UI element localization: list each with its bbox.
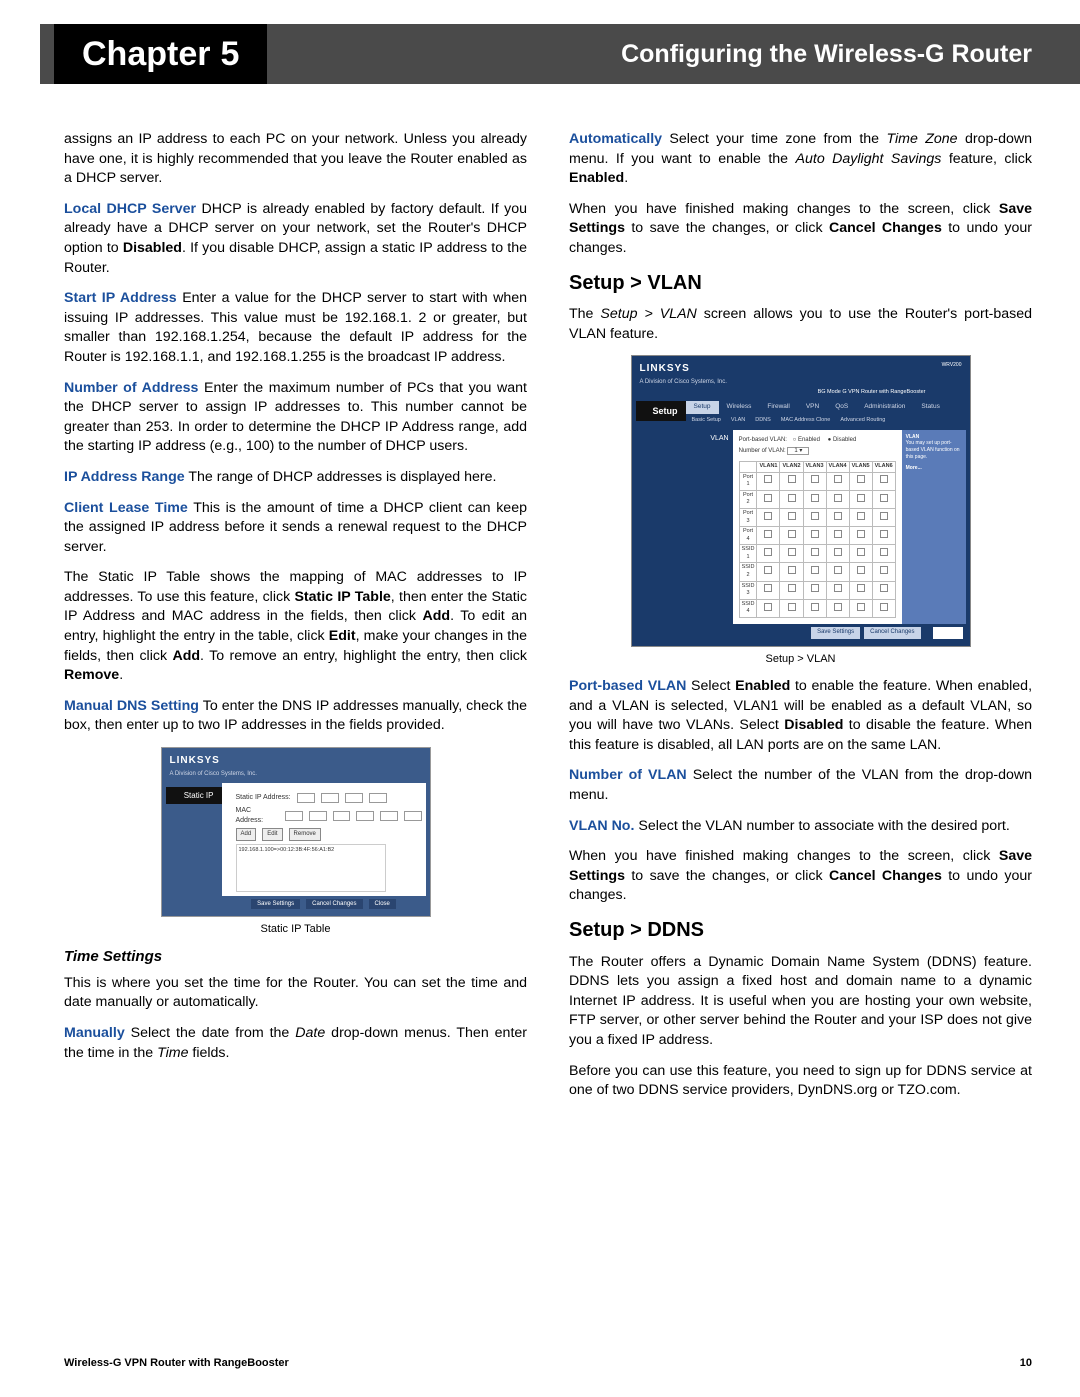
figure-setup-vlan: LINKSYS A Division of Cisco Systems, Inc… [631, 355, 971, 667]
linksys-brand: LINKSYS [166, 752, 426, 770]
paragraph: This is where you set the time for the R… [64, 974, 527, 1013]
paragraph: Automatically Select your time zone from… [569, 130, 1032, 189]
paragraph: assigns an IP address to each PC on your… [64, 130, 527, 189]
setup-side-tab: Setup [636, 401, 686, 421]
left-column: assigns an IP address to each PC on your… [64, 130, 527, 1112]
remove-button[interactable]: Remove [289, 828, 321, 840]
num-vlan-select[interactable]: 1 ▾ [787, 447, 809, 455]
linksys-brand: LINKSYS [636, 360, 731, 378]
header-title: Configuring the Wireless-G Router [621, 40, 1032, 69]
paragraph: When you have finished making changes to… [569, 200, 1032, 259]
paragraph: Client Lease Time This is the amount of … [64, 499, 527, 558]
paragraph: The Static IP Table shows the mapping of… [64, 568, 527, 686]
tab-status[interactable]: Status [913, 401, 947, 414]
ip-octet-input[interactable] [321, 793, 339, 803]
tab-wireless[interactable]: Wireless [719, 401, 760, 414]
save-settings-button[interactable]: Save Settings [811, 627, 860, 639]
chapter-label: Chapter [82, 35, 210, 74]
paragraph: Number of Address Enter the maximum numb… [64, 379, 527, 457]
footer-product-name: Wireless-G VPN Router with RangeBooster [64, 1357, 289, 1369]
figure-caption: Static IP Table [161, 922, 431, 937]
tab-setup[interactable]: Setup [686, 401, 719, 414]
mac-octet-input[interactable] [356, 811, 374, 821]
mac-octet-input[interactable] [380, 811, 398, 821]
paragraph: Before you can use this feature, you nee… [569, 1062, 1032, 1101]
page-footer: Wireless-G VPN Router with RangeBooster … [64, 1357, 1032, 1369]
paragraph: Number of VLAN Select the number of the … [569, 766, 1032, 805]
ip-octet-input[interactable] [345, 793, 363, 803]
heading-time-settings: Time Settings [64, 947, 527, 968]
mac-octet-input[interactable] [309, 811, 327, 821]
edit-button[interactable]: Edit [262, 828, 282, 840]
term-num-addr: Number of Address [64, 380, 198, 396]
chapter-badge: Chapter 5 [54, 24, 267, 84]
heading-setup-vlan: Setup > VLAN [569, 270, 1032, 298]
ip-octet-input[interactable] [297, 793, 315, 803]
term-port-based-vlan: Port-based VLAN [569, 678, 686, 694]
mac-octet-input[interactable] [404, 811, 422, 821]
paragraph: Local DHCP Server DHCP is already enable… [64, 200, 527, 278]
paragraph: IP Address Range The range of DHCP addre… [64, 468, 527, 488]
figure-tab: Static IP [166, 787, 222, 804]
help-panel: VLAN You may set up port-based VLAN func… [902, 430, 966, 624]
right-column: Automatically Select your time zone from… [569, 130, 1032, 1112]
paragraph: Port-based VLAN Select Enabled to enable… [569, 677, 1032, 755]
paragraph: VLAN No. Select the VLAN number to assoc… [569, 817, 1032, 837]
paragraph: When you have finished making changes to… [569, 847, 1032, 906]
cisco-logo [933, 627, 963, 639]
term-lease-time: Client Lease Time [64, 500, 188, 516]
paragraph: Manual DNS Setting To enter the DNS IP a… [64, 697, 527, 736]
page-number: 10 [1020, 1357, 1032, 1369]
term-number-of-vlan: Number of VLAN [569, 767, 687, 783]
term-vlan-no: VLAN No. [569, 818, 634, 834]
term-automatically: Automatically [569, 131, 662, 147]
figure-static-ip-table: LINKSYS A Division of Cisco Systems, Inc… [161, 747, 431, 937]
mac-octet-input[interactable] [333, 811, 351, 821]
paragraph: The Setup > VLAN screen allows you to us… [569, 305, 1032, 344]
paragraph: Start IP Address Enter a value for the D… [64, 289, 527, 367]
nav-tabs: Setup Wireless Firewall VPN QoS Administ… [686, 401, 966, 414]
cancel-changes-button[interactable]: Cancel Changes [306, 899, 362, 909]
add-button[interactable]: Add [236, 828, 257, 840]
tab-firewall[interactable]: Firewall [759, 401, 797, 414]
close-button[interactable]: Close [369, 899, 396, 909]
save-settings-button[interactable]: Save Settings [251, 899, 300, 909]
tab-administration[interactable]: Administration [856, 401, 913, 414]
chapter-number: 5 [220, 35, 239, 74]
ip-octet-input[interactable] [369, 793, 387, 803]
vlan-side-label: VLAN [686, 430, 733, 624]
term-manually: Manually [64, 1025, 125, 1041]
figure-caption: Setup > VLAN [631, 652, 971, 667]
term-manual-dns: Manual DNS Setting [64, 698, 199, 714]
sub-tabs: Basic Setup VLAN DDNS MAC Address Clone … [686, 416, 966, 426]
tab-vpn[interactable]: VPN [798, 401, 827, 414]
term-ip-range: IP Address Range [64, 469, 185, 485]
mac-octet-input[interactable] [285, 811, 303, 821]
vlan-table: VLAN1 VLAN2 VLAN3 VLAN4 VLAN5 VLAN6 Port… [739, 461, 896, 618]
page-header: Chapter 5 Configuring the Wireless-G Rou… [40, 24, 1080, 84]
term-start-ip: Start IP Address [64, 290, 177, 306]
term-local-dhcp: Local DHCP Server [64, 201, 196, 217]
tab-qos[interactable]: QoS [827, 401, 856, 414]
paragraph: The Router offers a Dynamic Domain Name … [569, 953, 1032, 1051]
heading-setup-ddns: Setup > DDNS [569, 917, 1032, 945]
more-link[interactable]: More... [906, 465, 962, 472]
paragraph: Manually Select the date from the Date d… [64, 1024, 527, 1063]
cancel-changes-button[interactable]: Cancel Changes [864, 627, 920, 639]
